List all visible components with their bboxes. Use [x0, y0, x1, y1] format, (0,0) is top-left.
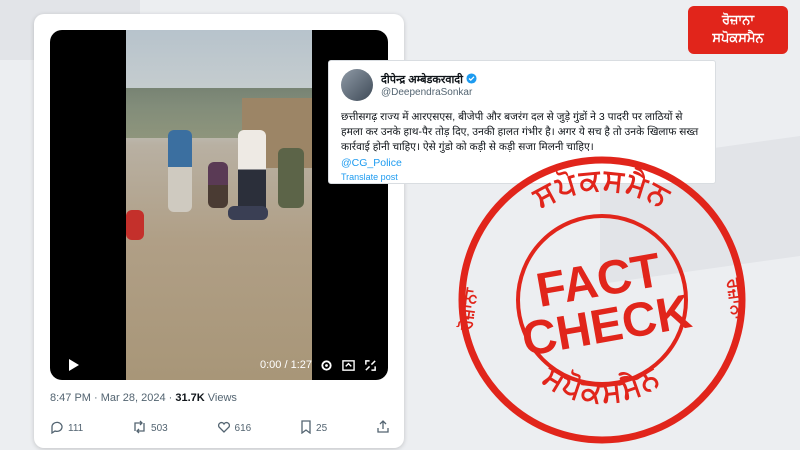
avatar[interactable] — [341, 69, 373, 101]
person-figure — [168, 130, 192, 212]
bookmark-button[interactable]: 25 — [300, 420, 327, 437]
video-controls: 0:00 / 1:27 — [50, 350, 388, 380]
gear-icon[interactable] — [318, 357, 334, 373]
brand-logo: ਰੋਜ਼ਾਨਾ ਸਪੋਕਸਮੈਨ — [688, 6, 788, 54]
brand-line2: ਸਪੋਕਸਮੈਨ — [712, 30, 764, 45]
share-button[interactable] — [376, 420, 390, 437]
author-name-text: दीपेन्द्र अम्बेडकरवादी — [381, 74, 463, 86]
tweet-actions: 111 503 616 25 — [50, 420, 390, 437]
video-time: 0:00 / 1:27 — [260, 359, 312, 371]
person-figure — [238, 130, 266, 218]
bookmark-count: 25 — [316, 423, 328, 434]
views-count: 31.7K — [175, 392, 205, 404]
quoted-tweet-header: दीपेन्द्र अम्बेडकरवादी @DeependraSonkar — [341, 69, 703, 101]
quoted-tweet-text: छत्तीसगढ़ राज्य में आरएसएस, बीजेपी और बज… — [341, 111, 699, 153]
quoted-tweet-names: दीपेन्द्र अम्बेडकरवादी @DeependraSonkar — [381, 72, 477, 98]
person-figure — [278, 148, 304, 208]
svg-text:ਸਪੋਕਸਮੈਨ: ਸਪੋਕਸਮੈਨ — [537, 359, 667, 409]
bookmark-icon — [300, 420, 312, 437]
tweet-meta: 8:47 PM · Mar 28, 2024 · 31.7K Views — [50, 392, 237, 404]
tweet-timestamp: 8:47 PM · Mar 28, 2024 · — [50, 392, 176, 404]
stamp-ring-bottom: ਸਪੋਕਸਮੈਨ — [537, 359, 665, 409]
stamp-right-word: ਰੋਜ਼ਾਨਾ — [723, 276, 749, 322]
retweet-icon — [132, 420, 147, 437]
author-handle[interactable]: @DeependraSonkar — [381, 87, 477, 98]
retweet-count: 503 — [151, 423, 168, 434]
reply-count: 111 — [68, 423, 84, 434]
person-figure — [228, 206, 268, 220]
fullscreen-icon[interactable] — [362, 357, 378, 373]
author-name[interactable]: दीपेन्द्र अम्बेडकरवादी — [381, 72, 477, 87]
video-frame — [126, 30, 312, 380]
share-icon — [376, 420, 390, 437]
retweet-button[interactable]: 503 — [132, 420, 168, 437]
brand-line1: ਰੋਜ਼ਾਨਾ — [721, 12, 755, 27]
reply-icon — [50, 420, 64, 437]
play-icon[interactable] — [66, 357, 82, 373]
reply-button[interactable]: 111 — [50, 420, 83, 437]
views-label: Views — [204, 392, 237, 404]
red-object — [126, 210, 144, 240]
captions-icon[interactable] — [340, 357, 356, 373]
like-count: 616 — [234, 423, 252, 434]
person-figure — [208, 162, 228, 208]
fact-check-stamp: ਸਪੋਕਸਮੈਨ ਸਪੋਕਸਮੈਨ ਰੋਜ਼ਾਨਾ ਰੋਜ਼ਾਨਾ FACT C… — [455, 156, 749, 444]
verified-icon — [466, 72, 477, 87]
heart-icon — [217, 420, 231, 437]
like-button[interactable]: 616 — [217, 420, 252, 437]
